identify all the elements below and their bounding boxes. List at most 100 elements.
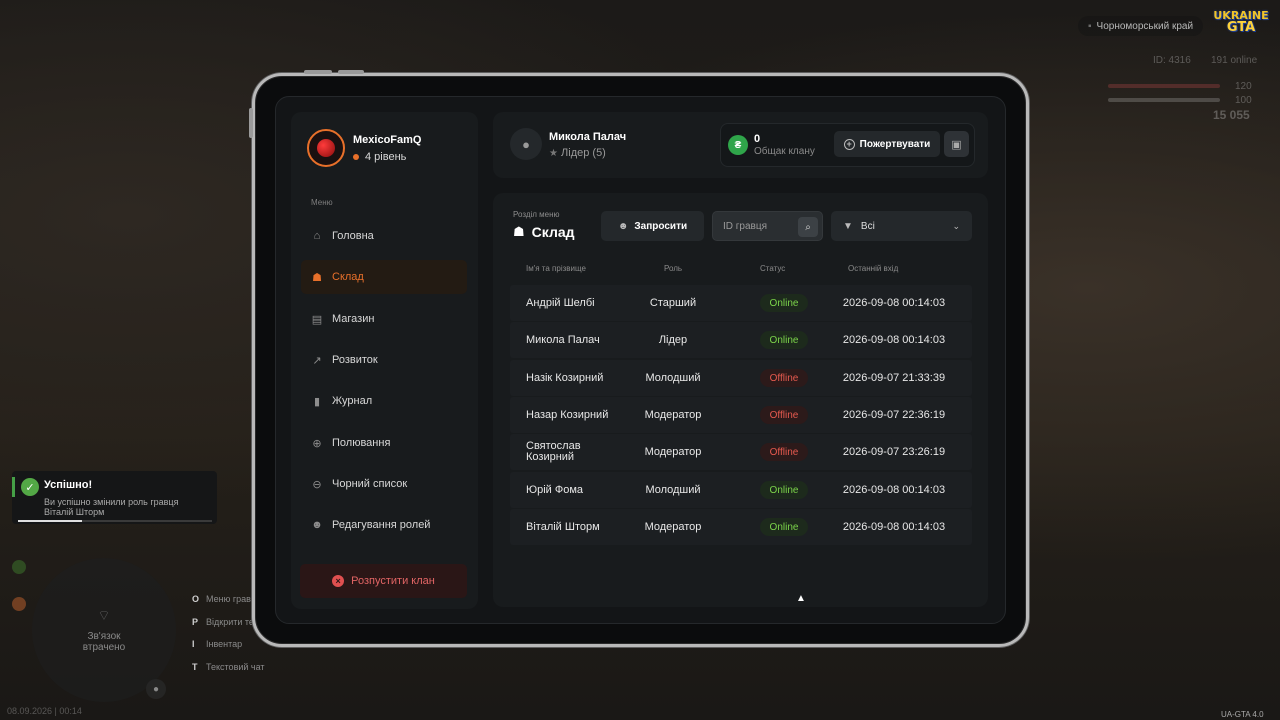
chart-icon: ↗ — [312, 354, 322, 367]
player-search: ⌕ — [712, 211, 823, 241]
status-badge: Offline — [760, 406, 808, 424]
add-user-icon: ☻ — [617, 220, 629, 232]
home-icon: ⌂ — [313, 230, 321, 242]
member-role: Лідер — [658, 334, 688, 346]
sidebar-item-label: Головна — [332, 230, 374, 242]
member-role: Старший — [649, 297, 697, 309]
table-row[interactable]: Назік Козирний Молодший Offline 2026-09-07 … — [510, 360, 972, 396]
last-login: 2026-09-07 23:26:19 — [842, 446, 946, 458]
keybind-hint: T Текстовий чат — [192, 661, 265, 672]
search-button[interactable]: ⌕ — [798, 217, 818, 237]
hryvnia-icon: ₴ — [728, 135, 748, 155]
search-input[interactable] — [723, 220, 803, 232]
region-label: ▪ Чорноморський край — [1078, 16, 1204, 36]
sidebar-item-journal[interactable]: ▮ Журнал — [301, 384, 467, 418]
last-login: 2026-09-08 00:14:03 — [842, 484, 946, 496]
member-name: Назар Козирний — [526, 408, 609, 421]
members-icon: ☗ — [513, 224, 525, 239]
star-icon: ★ — [549, 148, 558, 159]
tablet-button — [338, 70, 364, 74]
toast-progress — [18, 520, 212, 522]
game-logo: UKRAINE GTA — [1213, 9, 1269, 35]
column-header-last-login: Останній вхід — [848, 264, 899, 273]
table-row[interactable]: Віталій Шторм Модератор Online 2026-09-08 0… — [510, 509, 972, 545]
table-row[interactable]: Андрій Шелбі Старший Online 2026-09-08 00:1… — [510, 285, 972, 321]
sidebar-item-development[interactable]: ↗ Розвиток — [301, 343, 467, 377]
table-row[interactable]: Микола Палач Лідер Online 2026-09-08 00:14:… — [510, 322, 972, 358]
clan-name: MexicoFamQ — [353, 134, 422, 146]
member-name: Микола Палач — [526, 333, 600, 346]
last-login: 2026-09-08 00:14:03 — [842, 297, 946, 309]
last-login: 2026-09-07 21:33:39 — [842, 372, 946, 384]
member-name: Юрій Фома — [526, 483, 584, 496]
member-role: Модератор — [644, 521, 702, 533]
storage-box-button[interactable]: ▣ — [944, 131, 969, 157]
datetime: 08.09.2026 | 00:14 — [7, 706, 82, 716]
sidebar-item-home[interactable]: ⌂ Головна — [301, 219, 467, 253]
filter-value: Всі — [860, 220, 875, 232]
box-icon: ▣ — [951, 138, 962, 151]
sidebar-item-blacklist[interactable]: ⊖ Чорний список — [301, 467, 467, 501]
balance-value: 0 — [754, 133, 761, 145]
column-header-status: Статус — [760, 264, 786, 273]
toast-title: Успішно! — [44, 479, 93, 491]
sidebar-item-members[interactable]: ☗ Склад — [301, 260, 467, 294]
table-row[interactable]: Назар Козирний Модератор Offline 2026-09-07… — [510, 397, 972, 433]
status-badge: Online — [760, 518, 808, 536]
sidebar-item-label: Склад — [332, 271, 364, 283]
health-bar — [1108, 84, 1220, 88]
last-login: 2026-09-07 22:36:19 — [842, 409, 946, 421]
player-id: ID: 4316 — [1153, 55, 1191, 66]
book-icon: ▮ — [313, 395, 321, 408]
check-icon: ✓ — [21, 478, 39, 496]
table-row[interactable]: Святослав Козирний Модератор Offline 2026-0… — [510, 434, 972, 470]
user-name: Микола Палач — [549, 131, 627, 143]
shop-icon: ▤ — [311, 313, 323, 326]
member-role: Модератор — [644, 446, 702, 458]
member-name: Віталій Шторм — [526, 520, 600, 533]
search-icon: ⌕ — [805, 221, 811, 233]
member-role: Модератор — [644, 409, 702, 421]
member-name: Назік Козирний — [526, 371, 604, 384]
status-badge: Online — [760, 481, 808, 499]
disband-clan-button[interactable]: × Розпустити клан — [300, 564, 467, 598]
region-name: Чорноморський край — [1096, 20, 1194, 32]
armor-value: 100 — [1235, 95, 1252, 106]
sidebar-item-hunting[interactable]: ⊕ Полювання — [301, 426, 467, 460]
tablet-button — [249, 108, 253, 138]
invite-button[interactable]: ☻ Запросити — [601, 211, 704, 241]
table-row[interactable]: Юрій Фома Молодший Online 2026-09-08 00:14:… — [510, 472, 972, 508]
status-thirst-icon — [12, 597, 26, 611]
user-edit-icon: ☻ — [311, 519, 323, 531]
filter-icon: ▼ — [843, 220, 853, 232]
sidebar-item-shop[interactable]: ▤ Магазин — [301, 302, 467, 336]
balance-label: Общак клану — [754, 146, 815, 157]
clan-level: 4 рівень — [353, 151, 406, 163]
status-badge: Offline — [760, 369, 808, 387]
last-login: 2026-09-08 00:14:03 — [842, 334, 946, 346]
minimap-status: Зв'язок втрачено — [82, 631, 126, 653]
close-circle-icon: × — [332, 575, 345, 587]
donate-button[interactable]: + Пожертвувати — [834, 131, 940, 157]
plus-circle-icon: + — [843, 138, 855, 150]
cash-value: 15 055 — [1213, 108, 1250, 122]
no-signal-icon: ⌔ — [97, 607, 111, 623]
column-header-name: Ім'я та прізвище — [526, 264, 586, 273]
role-filter-select[interactable]: ▼ Всі ⌄ — [831, 211, 972, 241]
status-hunger-icon — [12, 560, 26, 574]
member-name: Андрій Шелбі — [526, 296, 595, 309]
last-login: 2026-09-08 00:14:03 — [842, 521, 946, 533]
user-role: ★ Лідер (5) — [549, 147, 606, 159]
clan-emblem-icon — [317, 139, 335, 157]
online-count: 191 online — [1211, 55, 1258, 66]
tablet-button — [304, 70, 332, 74]
health-value: 120 — [1235, 81, 1252, 92]
section-label: Розділ меню — [513, 210, 560, 219]
member-role: Молодший — [645, 484, 701, 496]
mouse-cursor: ▲ — [796, 593, 806, 604]
toast-accent — [12, 477, 15, 497]
sidebar-item-label: Полювання — [332, 437, 391, 449]
sidebar-item-edit-roles[interactable]: ☻ Редагування ролей — [301, 508, 467, 542]
page-title: ☗ Склад — [513, 224, 575, 240]
status-badge: Online — [760, 294, 808, 312]
